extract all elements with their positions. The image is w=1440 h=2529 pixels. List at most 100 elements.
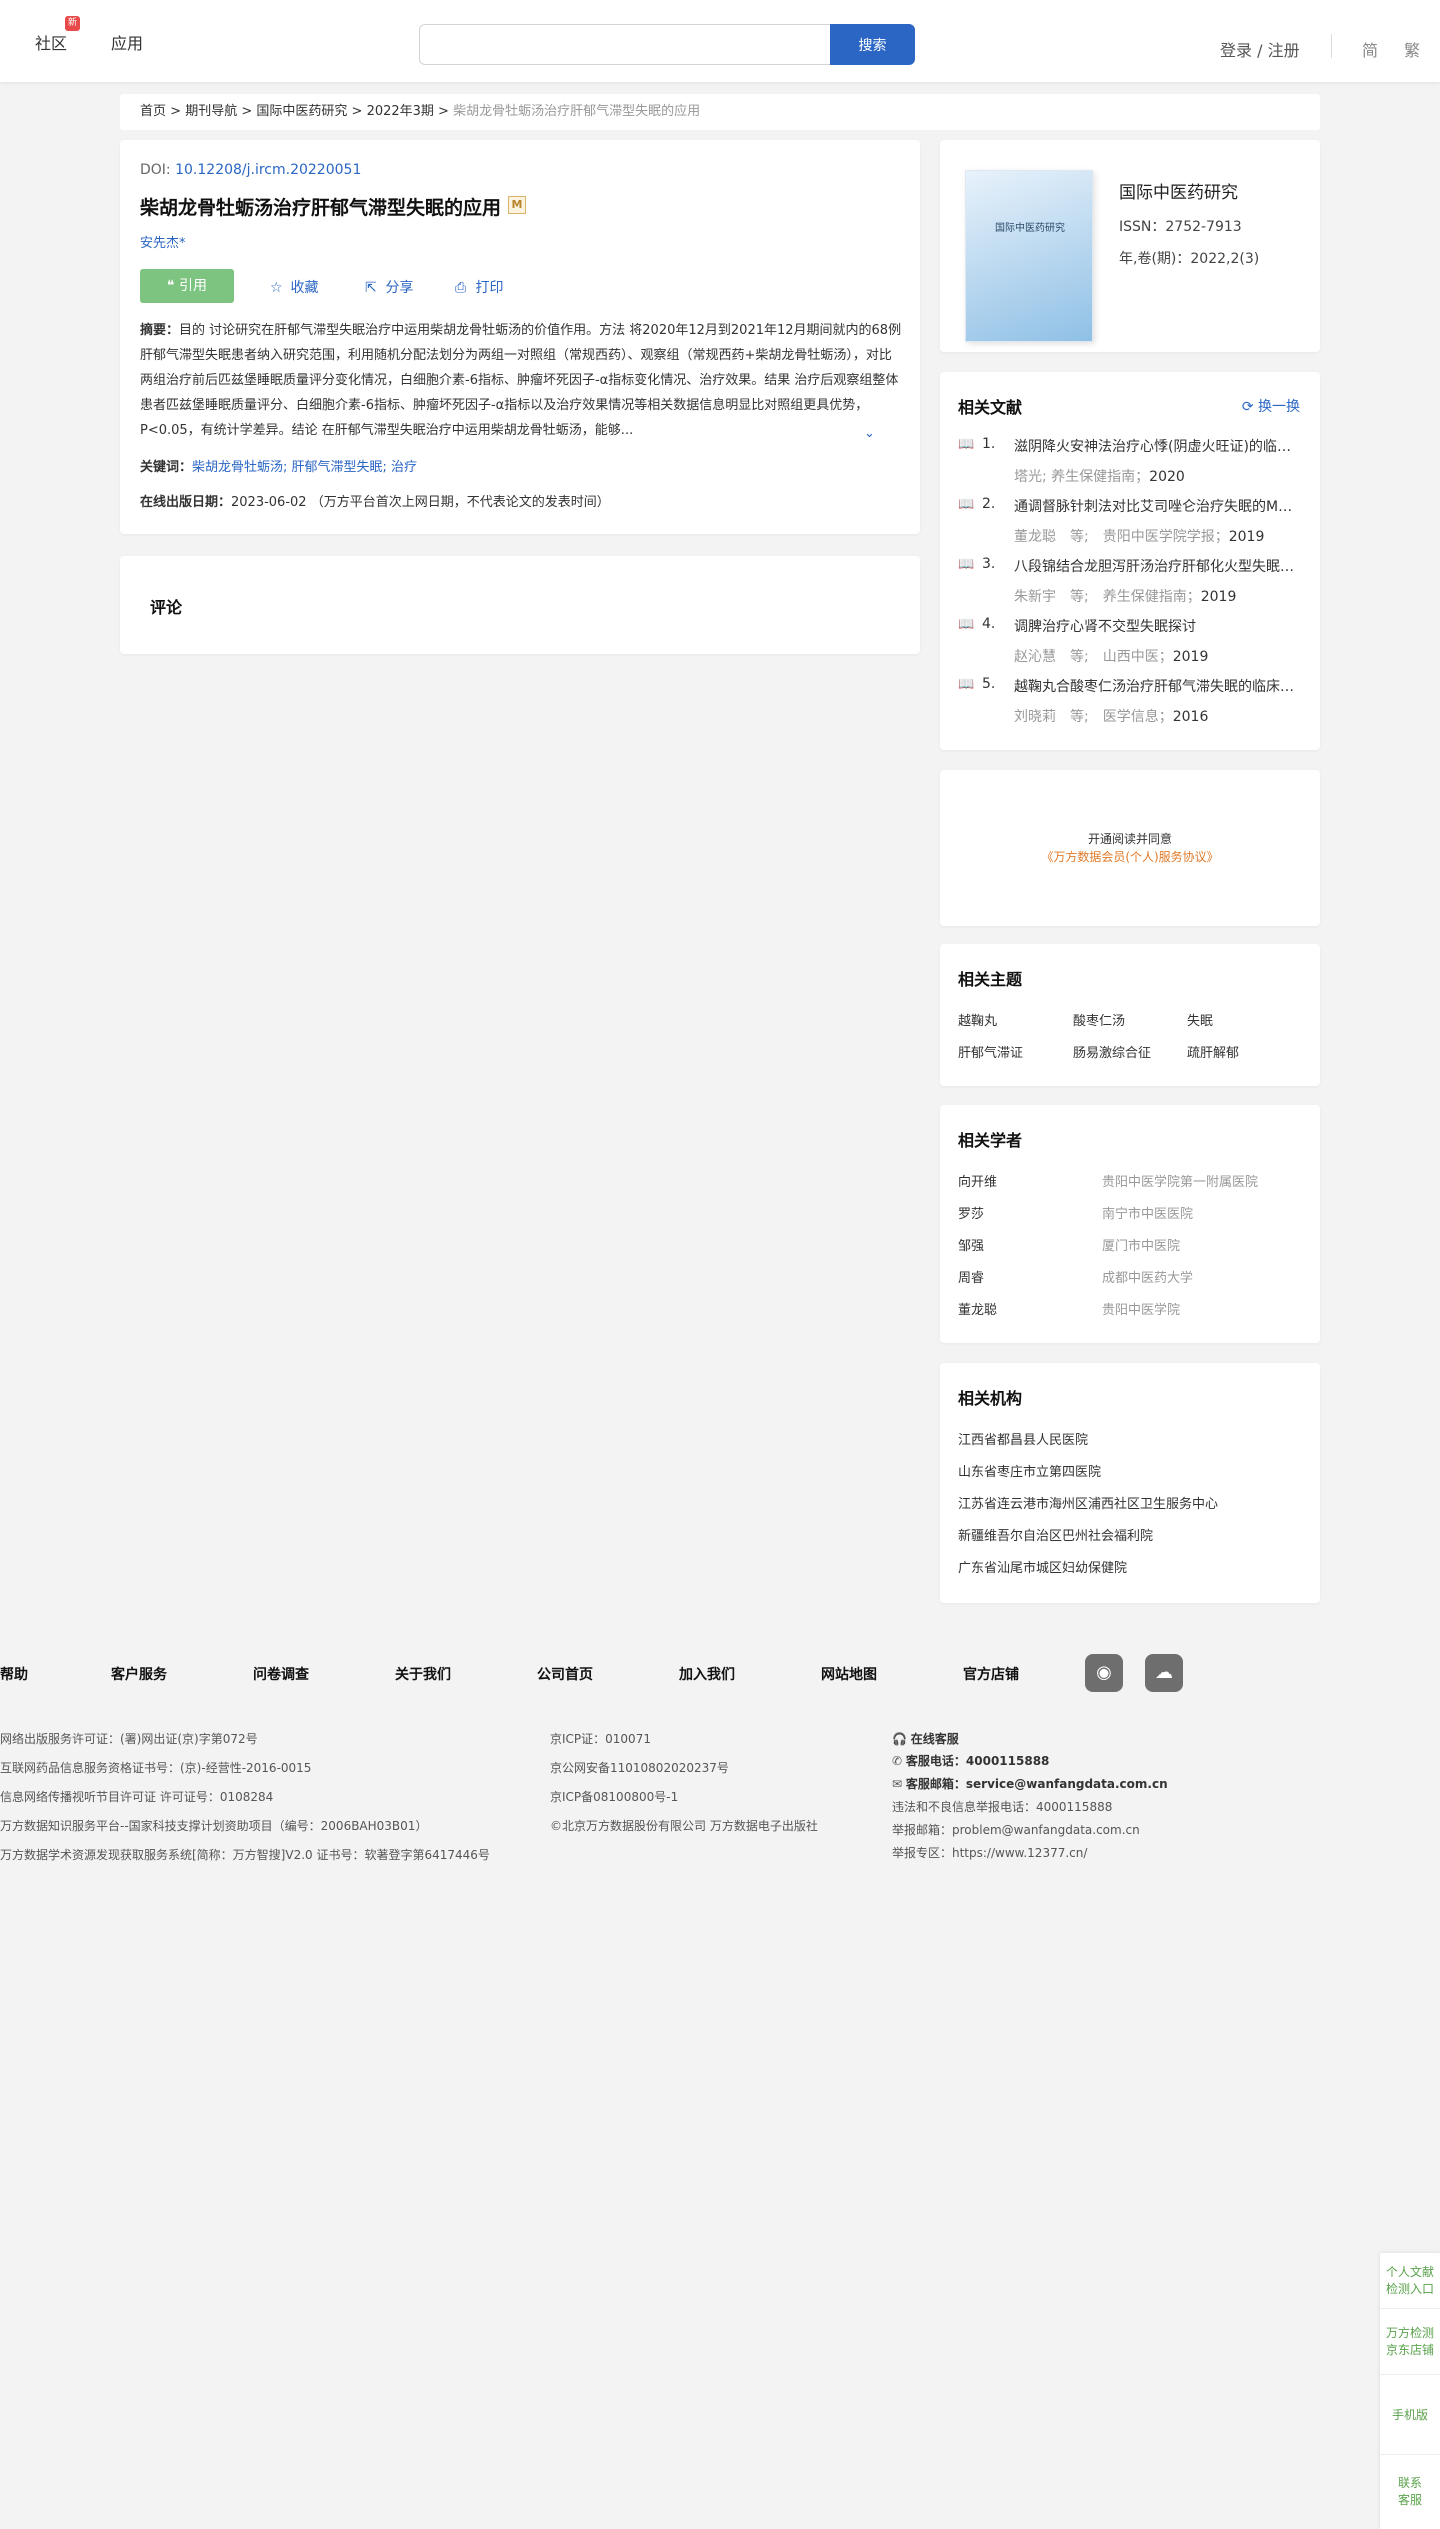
footer-customer-service[interactable]: 客户服务 (111, 1664, 167, 1684)
scholar-org[interactable]: 贵阳中医学院第一附属医院 (1102, 1171, 1258, 1190)
report-zone-link[interactable]: 举报专区：https://www.12377.cn/ (892, 1844, 1087, 1861)
cite-button[interactable]: ❝ 引用 (140, 269, 234, 303)
related-doc-source: 塔光; 养生保健指南； (1014, 469, 1150, 485)
lang-traditional[interactable]: 繁 (1404, 37, 1420, 61)
related-doc-num: 3. (982, 556, 996, 572)
scholar-name[interactable]: 董龙聪 (958, 1299, 997, 1318)
related-doc-title[interactable]: 越鞠丸合酸枣仁汤治疗肝郁气滞失眠的临床观察 (1014, 676, 1300, 696)
weibo-icon[interactable]: ◉ (1085, 1654, 1123, 1692)
footer-icp: 京ICP证：010071 (550, 1732, 651, 1746)
footer-store[interactable]: 官方店铺 (963, 1664, 1019, 1684)
author-link[interactable]: 安先杰* (140, 232, 186, 251)
institutions-card: 相关机构 江西省都昌县人民医院 山东省枣庄市立第四医院 江苏省连云港市海州区浦西… (940, 1363, 1320, 1603)
search-input[interactable] (419, 24, 831, 65)
breadcrumb-journal-nav[interactable]: 期刊导航 (185, 104, 237, 119)
breadcrumb-home[interactable]: 首页 (140, 104, 166, 119)
institution-item[interactable]: 江西省都昌县人民医院 (958, 1429, 1088, 1448)
float-line: 手机版 (1391, 2408, 1428, 2422)
keywords: 关键词：柴胡龙骨牡蛎汤; 肝郁气滞型失眠; 治疗 (140, 456, 417, 475)
footer-icp: 京ICP备08100800号-1 (550, 1790, 679, 1804)
topic-item[interactable]: 越鞠丸 (958, 1010, 997, 1029)
scholar-org[interactable]: 贵阳中医学院 (1102, 1299, 1180, 1318)
float-personal-check[interactable]: 个人文献 检测入口 (1380, 2253, 1440, 2309)
related-doc-year: 2016 (1172, 709, 1209, 725)
topics-title: 相关主题 (958, 970, 1023, 989)
float-jd-store[interactable]: 万方检测 京东店铺 (1380, 2309, 1440, 2375)
topic-item[interactable]: 酸枣仁汤 (1073, 1010, 1125, 1029)
print-label: 打印 (475, 280, 504, 296)
comments-card: 评论 (120, 556, 920, 654)
refresh-icon: ⟳ (1241, 399, 1258, 415)
report-phone: 违法和不良信息举报电话：4000115888 (892, 1800, 1113, 1814)
footer-join[interactable]: 加入我们 (679, 1664, 735, 1684)
vip-agreement-link[interactable]: 《万方数据会员(个人)服务协议》 (940, 848, 1320, 865)
topic-item[interactable]: 失眠 (1187, 1010, 1213, 1029)
nav-apps[interactable]: 应用 (111, 30, 143, 54)
breadcrumb-sep: > (433, 104, 454, 119)
book-icon: 📖 (958, 617, 975, 632)
footer-home[interactable]: 公司首页 (537, 1664, 593, 1684)
vip-card: 开通阅读并同意 《万方数据会员(个人)服务协议》 (940, 770, 1320, 926)
wechat-icon[interactable]: ☁ (1145, 1654, 1183, 1692)
related-doc-title[interactable]: 调脾治疗心肾不交型失眠探讨 (1014, 616, 1300, 636)
lang-simplified[interactable]: 简 (1362, 37, 1378, 61)
abstract-label: 摘要： (140, 323, 180, 338)
phone-icon: ✆ (892, 1754, 906, 1768)
keywords-links[interactable]: 柴胡龙骨牡蛎汤; 肝郁气滞型失眠; 治疗 (192, 460, 417, 475)
scholar-org[interactable]: 成都中医药大学 (1102, 1267, 1193, 1286)
related-doc-title[interactable]: 八段锦结合龙胆泻肝汤治疗肝郁化火型失眠的临床研究 (1014, 556, 1300, 576)
pubdate-value: 2023-06-02 （万方平台首次上网日期，不代表论文的发表时间） (231, 495, 610, 510)
breadcrumb-issue[interactable]: 2022年3期 (367, 104, 434, 119)
related-doc-title[interactable]: 通调督脉针刺法对比艾司唑仑治疗失眠的Meta分析 (1014, 496, 1300, 516)
book-icon: 📖 (958, 497, 975, 512)
institution-item[interactable]: 江苏省连云港市海州区浦西社区卫生服务中心 (958, 1493, 1218, 1512)
mail-icon: ✉ (892, 1777, 906, 1791)
institutions-title: 相关机构 (958, 1389, 1023, 1408)
related-doc-meta: 赵沁慧 等; 山西中医；2019 (1014, 646, 1208, 666)
article-card: DOI: 10.12208/j.ircm.20220051 柴胡龙骨牡蛎汤治疗肝… (120, 140, 920, 534)
topic-item[interactable]: 肠易激综合征 (1073, 1042, 1151, 1061)
topic-item[interactable]: 疏肝解郁 (1187, 1042, 1239, 1061)
institution-item[interactable]: 新疆维吾尔自治区巴州社会福利院 (958, 1525, 1153, 1544)
institution-item[interactable]: 山东省枣庄市立第四医院 (958, 1461, 1101, 1480)
topic-item[interactable]: 肝郁气滞证 (958, 1042, 1023, 1061)
chevron-down-icon[interactable]: ⌄ (864, 426, 875, 441)
print-button[interactable]: ⎙ 打印 (455, 277, 503, 297)
scholar-name[interactable]: 周睿 (958, 1267, 984, 1286)
report-email: 举报邮箱：problem@wanfangdata.com.cn (892, 1823, 1140, 1837)
related-doc-source: 董龙聪 等; 贵阳中医学院学报； (1014, 529, 1229, 545)
book-icon: 📖 (958, 677, 975, 692)
scholar-org[interactable]: 南宁市中医医院 (1102, 1203, 1193, 1222)
scholar-org[interactable]: 厦门市中医院 (1102, 1235, 1180, 1254)
journal-name[interactable]: 国际中医药研究 (1119, 178, 1238, 203)
footer-sitemap[interactable]: 网站地图 (821, 1664, 877, 1684)
breadcrumb-journal[interactable]: 国际中医药研究 (256, 104, 347, 119)
float-contact[interactable]: 联系 客服 (1380, 2455, 1440, 2529)
related-doc-title[interactable]: 滋阴降火安神法治疗心悸(阴虚火旺证)的临床疗效观察 (1014, 436, 1300, 456)
refresh-button[interactable]: ⟳ 换一换 (1242, 396, 1300, 416)
doi-link[interactable]: 10.12208/j.ircm.20220051 (175, 162, 361, 178)
journal-card: 国际中医药研究 国际中医药研究 ISSN：2752-7913 年,卷(期)：20… (940, 140, 1320, 352)
service-phone-label: 客服电话： (905, 1754, 966, 1768)
service-email-value[interactable]: service@wanfangdata.com.cn (966, 1777, 1168, 1791)
search-button[interactable]: 搜索 (830, 24, 915, 65)
scholar-name[interactable]: 罗莎 (958, 1203, 984, 1222)
footer-survey[interactable]: 问卷调查 (253, 1664, 309, 1684)
share-label: 分享 (385, 280, 414, 296)
footer-help[interactable]: 帮助 (0, 1664, 28, 1684)
refresh-label: 换一换 (1258, 399, 1300, 415)
footer-about[interactable]: 关于我们 (395, 1664, 451, 1684)
favorite-button[interactable]: ☆ 收藏 (270, 277, 318, 297)
online-service-link[interactable]: 🎧 在线客服 (892, 1730, 959, 1747)
float-mobile[interactable]: 手机版 (1380, 2375, 1440, 2455)
nav-community[interactable]: 社区 新 (35, 16, 80, 54)
journal-cover-image[interactable]: 国际中医药研究 (965, 170, 1093, 342)
scholar-name[interactable]: 邹强 (958, 1235, 984, 1254)
institution-item[interactable]: 广东省汕尾市城区妇幼保健院 (958, 1557, 1127, 1576)
footer-license: 互联网药品信息服务资格证书号：(京)-经营性-2016-0015 (0, 1761, 312, 1775)
headset-icon: 🎧 (892, 1732, 911, 1746)
share-button[interactable]: ⇱ 分享 (365, 277, 413, 297)
login-register-link[interactable]: 登录 / 注册 (1220, 37, 1300, 61)
scholar-name[interactable]: 向开维 (958, 1171, 997, 1190)
service-phone-value: 4000115888 (965, 1754, 1050, 1768)
